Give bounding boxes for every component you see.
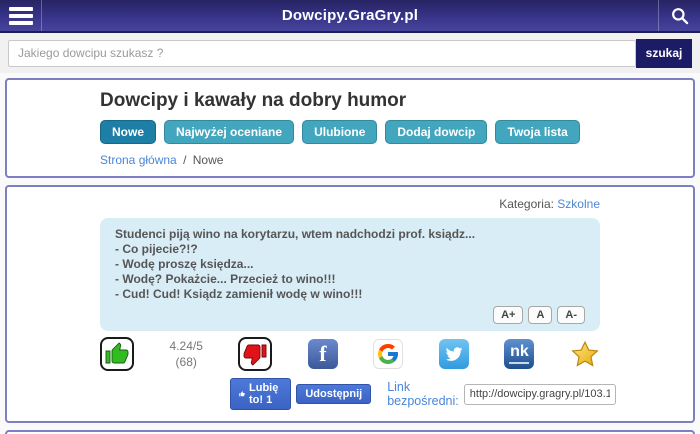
font-decrease-button[interactable]: A-	[557, 306, 585, 324]
joke-line: - Wodę? Pokażcie... Przecież to wino!!!	[115, 272, 585, 287]
twitter-share-icon[interactable]	[439, 339, 469, 369]
thumbs-up-icon	[105, 342, 129, 366]
share-button-label: Udostępnij	[305, 388, 362, 400]
direct-link-label: Link bezpośredni:	[387, 380, 459, 408]
page-header-card: Dowcipy i kawały na dobry humor Nowe Naj…	[5, 78, 695, 178]
app-title: Dowcipy.GraGry.pl	[0, 0, 700, 31]
font-size-controls: A+ A A-	[115, 306, 585, 324]
breadcrumb-current: Nowe	[193, 153, 224, 167]
joke-line: - Cud! Cud! Ksiądz zamienił wodę w wino!…	[115, 287, 585, 302]
category-line: Kategoria: Szkolne	[100, 195, 600, 211]
category-link[interactable]: Szkolne	[557, 197, 600, 211]
search-submit-button[interactable]: szukaj	[636, 39, 692, 68]
star-icon	[571, 340, 599, 368]
google-icon	[376, 342, 400, 366]
hamburger-icon	[9, 4, 33, 28]
facebook-like-button[interactable]: Lubię to! 1	[230, 378, 291, 410]
header-search-button[interactable]	[658, 0, 700, 31]
joke-line: Studenci piją wino na korytarzu, wtem na…	[115, 227, 585, 242]
nk-icon: nk	[510, 344, 529, 360]
font-increase-button[interactable]: A+	[493, 306, 523, 324]
thumbs-down-icon	[243, 342, 267, 366]
breadcrumb-home-link[interactable]: Strona główna	[100, 153, 177, 167]
nav-button-dodaj-dowcip[interactable]: Dodaj dowcip	[385, 120, 487, 144]
joke-text-box: Studenci piją wino na korytarzu, wtem na…	[100, 218, 600, 331]
facebook-share-button[interactable]: Udostępnij	[296, 384, 371, 404]
category-nav: Nowe Najwyżej oceniane Ulubione Dodaj do…	[100, 120, 600, 144]
rating-value: 4.24/5 (68)	[170, 338, 203, 370]
search-icon	[670, 6, 690, 26]
rating-votes: (68)	[170, 354, 203, 370]
twitter-icon	[444, 344, 464, 364]
breadcrumb: Strona główna / Nowe	[100, 153, 600, 167]
share-row: Lubię to! 1 Udostępnij Link bezpośredni:	[230, 378, 600, 410]
facebook-share-icon[interactable]: f	[308, 339, 338, 369]
joke-card: Kategoria: Szkolne Studenci piją wino na…	[5, 185, 695, 423]
nk-share-icon[interactable]: nk	[504, 339, 534, 369]
page-title: Dowcipy i kawały na dobry humor	[100, 90, 600, 112]
favorite-button[interactable]	[570, 339, 600, 369]
joke-line: - Wodę proszę księdza...	[115, 257, 585, 272]
search-bar: szukaj	[0, 33, 700, 73]
font-normal-button[interactable]: A	[528, 306, 552, 324]
menu-button[interactable]	[0, 0, 42, 31]
nav-button-najwyzej-oceniane[interactable]: Najwyżej oceniane	[164, 120, 294, 144]
joke-card: Kategoria: Mąż i żona Pewnego wieczoru l…	[5, 430, 695, 434]
search-input[interactable]	[8, 40, 636, 67]
vote-down-button[interactable]	[238, 337, 272, 371]
facebook-icon: f	[319, 339, 326, 369]
app-header: Dowcipy.GraGry.pl	[0, 0, 700, 33]
nav-button-ulubione[interactable]: Ulubione	[302, 120, 377, 144]
direct-link-input[interactable]	[464, 384, 616, 405]
google-share-icon[interactable]	[373, 339, 403, 369]
category-label: Kategoria:	[499, 197, 554, 211]
joke-line: - Co pijecie?!?	[115, 242, 585, 257]
nav-button-twoja-lista[interactable]: Twoja lista	[495, 120, 579, 144]
rating-score: 4.24/5	[170, 338, 203, 354]
nav-button-nowe[interactable]: Nowe	[100, 120, 156, 144]
like-thumb-icon	[239, 389, 245, 399]
vote-up-button[interactable]	[100, 337, 134, 371]
like-button-label: Lubię to! 1	[249, 382, 282, 406]
breadcrumb-separator: /	[183, 153, 186, 167]
rating-row: 4.24/5 (68) f	[100, 337, 600, 371]
